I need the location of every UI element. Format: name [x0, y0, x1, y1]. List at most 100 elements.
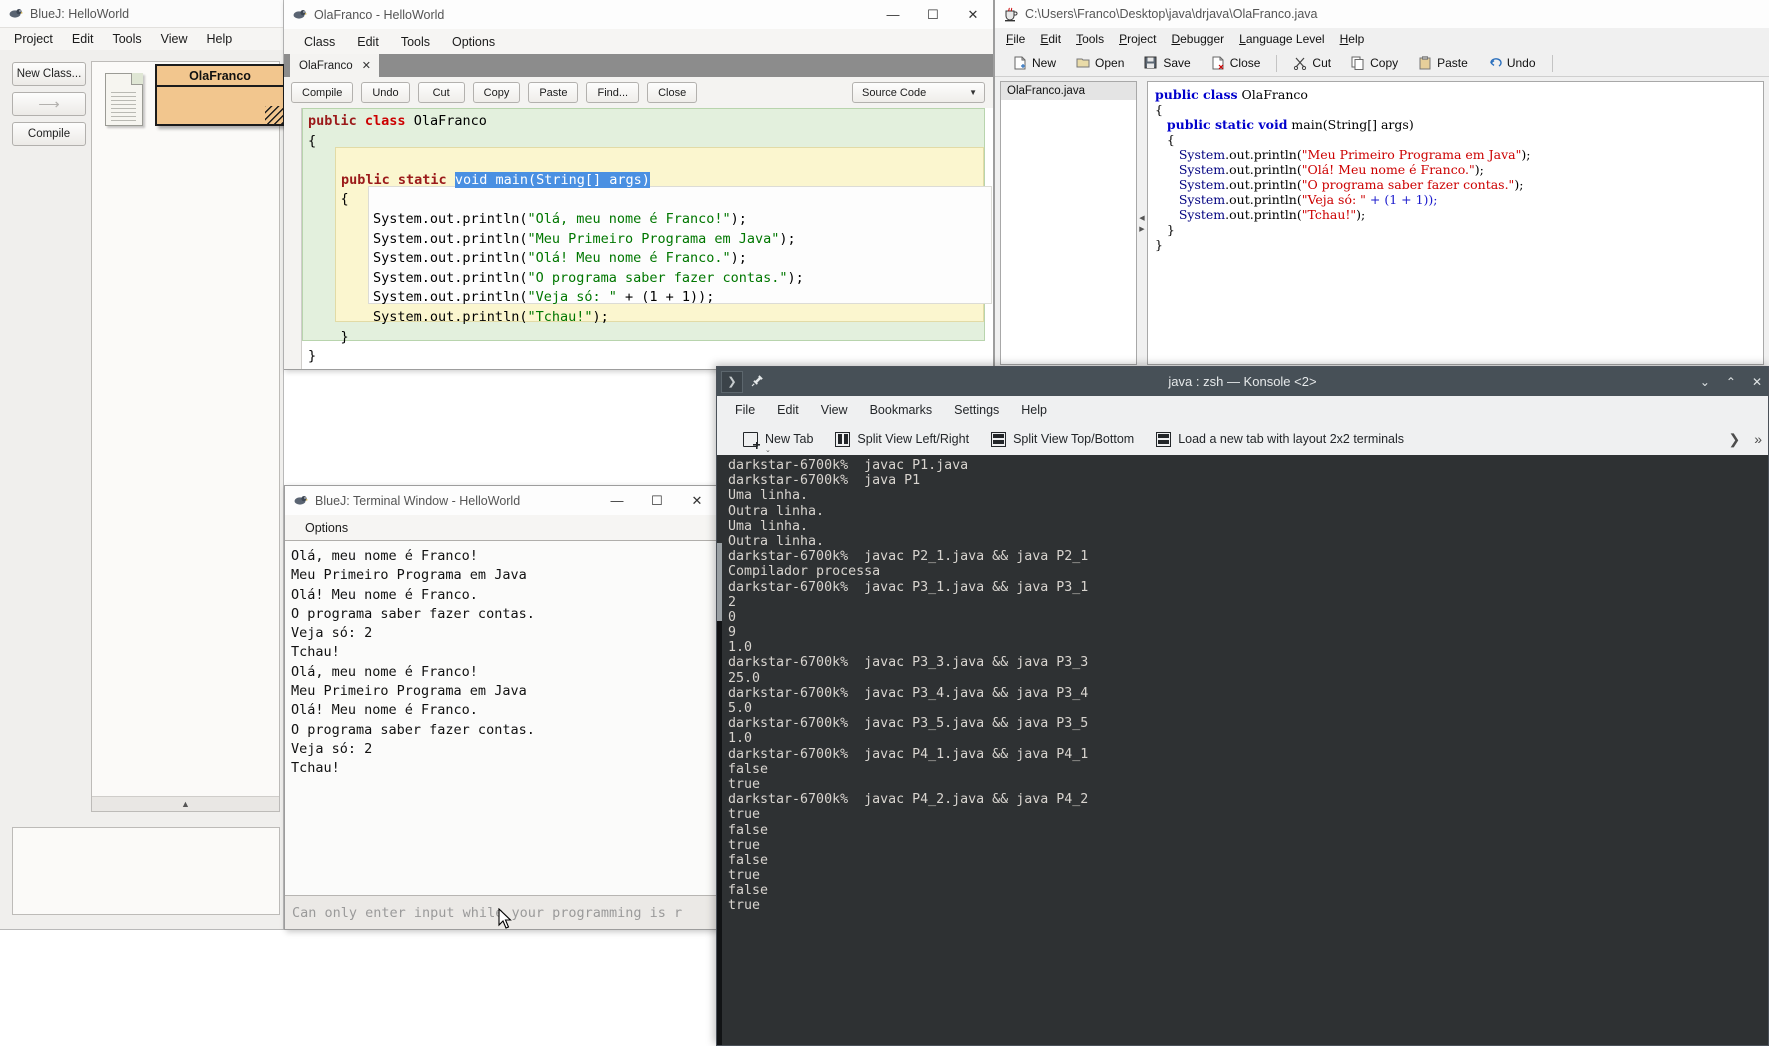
class-box-olafranco[interactable]: OlaFranco — [155, 64, 285, 126]
drjava-open-button[interactable]: Open — [1067, 52, 1133, 75]
bluej-object-bench[interactable] — [12, 827, 280, 915]
split-view-top-bottom-button[interactable]: Split View Top/Bottom — [991, 432, 1134, 447]
menu-tools[interactable]: Tools — [401, 35, 430, 49]
drjava-save-button[interactable]: Save — [1135, 52, 1199, 75]
compile-button[interactable]: Compile — [291, 82, 353, 103]
scrollbar-thumb[interactable] — [717, 543, 722, 621]
menu-view[interactable]: View — [821, 403, 848, 417]
menu-language-level[interactable]: Language Level — [1239, 32, 1324, 46]
editor-code-pane[interactable]: public class OlaFranco { public static v… — [302, 108, 993, 369]
compile-button[interactable]: Compile — [12, 122, 86, 146]
menu-tools[interactable]: Tools — [1076, 32, 1104, 46]
editor-close-button[interactable]: ✕ — [953, 0, 993, 29]
konsole-output[interactable]: darkstar-6700k% javac P1.java darkstar-6… — [722, 455, 1768, 1045]
bluej-main-titlebar[interactable]: BlueJ: HelloWorld — [0, 0, 283, 27]
drjava-new-button[interactable]: New — [1004, 52, 1065, 75]
editor-minimize-button[interactable]: — — [873, 0, 913, 29]
drjava-copy-button[interactable]: Copy — [1342, 52, 1407, 75]
undo-button[interactable]: Undo — [361, 82, 409, 103]
scrollbar-track[interactable] — [717, 621, 722, 1045]
pin-icon[interactable] — [751, 374, 764, 390]
output-line: Olá! Meu nome é Franco. — [291, 701, 717, 720]
drjava-code-pane[interactable]: public class OlaFranco { public static v… — [1147, 81, 1764, 365]
editor-titlebar[interactable]: OlaFranco - HelloWorld — ☐ ✕ — [284, 0, 993, 29]
cut-button[interactable]: Cut — [418, 82, 465, 103]
paste-button[interactable]: Paste — [528, 82, 578, 103]
menu-edit[interactable]: Edit — [72, 32, 94, 46]
drjava-window[interactable]: C:\Users\Franco\Desktop\java\drjava\OlaF… — [994, 0, 1769, 370]
bluej-main-window[interactable]: BlueJ: HelloWorld Project Edit Tools Vie… — [0, 0, 284, 930]
editor-gutter[interactable] — [284, 108, 302, 369]
menu-tools[interactable]: Tools — [112, 32, 141, 46]
konsole-close-button[interactable]: ✕ — [1752, 375, 1762, 389]
drjava-titlebar[interactable]: C:\Users\Franco\Desktop\java\drjava\OlaF… — [995, 0, 1769, 28]
editor-tabstrip[interactable]: OlaFranco ✕ — [284, 54, 993, 77]
menu-help[interactable]: Help — [1021, 403, 1047, 417]
new-arrow-button[interactable]: ⟶ — [12, 92, 86, 116]
view-mode-combo[interactable]: Source Code ▼ — [852, 82, 985, 103]
menu-file[interactable]: File — [1006, 32, 1025, 46]
menu-help[interactable]: Help — [207, 32, 233, 46]
new-class-button[interactable]: New Class... — [12, 62, 86, 86]
menu-class[interactable]: Class — [304, 35, 335, 49]
menu-project[interactable]: Project — [1119, 32, 1156, 46]
bluej-terminal-window[interactable]: BlueJ: Terminal Window - HelloWorld — ☐ … — [284, 485, 718, 930]
drjava-file-list[interactable]: OlaFranco.java — [1000, 81, 1137, 365]
copy-button[interactable]: Copy — [473, 82, 521, 103]
load-2x2-layout-button[interactable]: Load a new tab with layout 2x2 terminals — [1156, 432, 1404, 447]
canvas-scroll-up[interactable]: ▲ — [92, 796, 279, 811]
menu-debugger[interactable]: Debugger — [1171, 32, 1224, 46]
terminal-minimize-button[interactable]: — — [597, 486, 637, 515]
chevron-left-icon[interactable]: ◀ — [1139, 214, 1144, 222]
close-button[interactable]: Close — [647, 82, 697, 103]
drjava-cut-button[interactable]: Cut — [1284, 52, 1340, 75]
chevron-down-icon[interactable]: ⌄ — [765, 446, 771, 454]
editor-menubar[interactable]: Class Edit Tools Options — [284, 29, 993, 54]
menu-bookmarks[interactable]: Bookmarks — [870, 403, 933, 417]
toolbar-overflow-more[interactable]: » — [1754, 431, 1762, 448]
chevron-right-icon[interactable]: ▶ — [1139, 225, 1144, 233]
terminal-input-field[interactable]: Can only enter input while your programm… — [285, 895, 717, 929]
terminal-line: 5.0 — [728, 701, 1768, 716]
class-diagram-canvas[interactable]: OlaFranco ▲ — [91, 61, 280, 812]
konsole-scrollbar[interactable] — [717, 455, 722, 1045]
menu-options[interactable]: Options — [305, 521, 348, 535]
menu-project[interactable]: Project — [14, 32, 53, 46]
terminal-close-button[interactable]: ✕ — [677, 486, 717, 515]
menu-settings[interactable]: Settings — [954, 403, 999, 417]
drjava-splitter[interactable]: ◀ ▶ — [1137, 77, 1147, 369]
drjava-close-button[interactable]: Close — [1202, 52, 1270, 75]
close-icon[interactable]: ✕ — [362, 59, 371, 72]
terminal-titlebar[interactable]: BlueJ: Terminal Window - HelloWorld — ☐ … — [285, 486, 717, 515]
menu-options[interactable]: Options — [452, 35, 495, 49]
menu-edit[interactable]: Edit — [357, 35, 379, 49]
menu-file[interactable]: File — [735, 403, 755, 417]
konsole-terminal-area[interactable]: darkstar-6700k% javac P1.java darkstar-6… — [717, 455, 1768, 1045]
bluej-editor-window[interactable]: OlaFranco - HelloWorld — ☐ ✕ Class Edit … — [284, 0, 994, 370]
menu-help[interactable]: Help — [1340, 32, 1365, 46]
bluej-main-menubar[interactable]: Project Edit Tools View Help — [0, 27, 283, 50]
readme-document-icon[interactable] — [105, 73, 143, 126]
terminal-output[interactable]: Olá, meu nome é Franco! Meu Primeiro Pro… — [285, 540, 717, 895]
menu-view[interactable]: View — [161, 32, 188, 46]
tab-olafranco[interactable]: OlaFranco ✕ — [290, 54, 379, 77]
konsole-titlebar[interactable]: ❯ java : zsh — Konsole <2> ⌄ ⌃ ✕ — [717, 367, 1768, 396]
konsole-minimize-button[interactable]: ⌄ — [1700, 375, 1710, 389]
editor-maximize-button[interactable]: ☐ — [913, 0, 953, 29]
split-view-left-right-button[interactable]: Split View Left/Right — [835, 432, 969, 447]
drjava-undo-button[interactable]: Undo — [1479, 52, 1545, 75]
menu-edit[interactable]: Edit — [1040, 32, 1061, 46]
drjava-menubar[interactable]: File Edit Tools Project Debugger Languag… — [995, 28, 1769, 50]
toolbar-overflow-chevron[interactable]: ❯ — [1728, 431, 1740, 448]
konsole-maximize-button[interactable]: ⌃ — [1726, 375, 1736, 389]
find-button[interactable]: Find... — [586, 82, 639, 103]
konsole-menubar[interactable]: File Edit View Bookmarks Settings Help — [717, 396, 1768, 423]
konsole-window[interactable]: ❯ java : zsh — Konsole <2> ⌄ ⌃ ✕ File Ed… — [716, 366, 1769, 1046]
file-list-item[interactable]: OlaFranco.java — [1001, 82, 1136, 100]
terminal-menubar[interactable]: Options — [285, 515, 717, 540]
terminal-maximize-button[interactable]: ☐ — [637, 486, 677, 515]
menu-edit[interactable]: Edit — [777, 403, 799, 417]
code-keyword-static: static — [398, 172, 447, 188]
new-tab-button[interactable]: New Tab ⌄ — [743, 432, 813, 447]
drjava-paste-button[interactable]: Paste — [1409, 52, 1477, 75]
